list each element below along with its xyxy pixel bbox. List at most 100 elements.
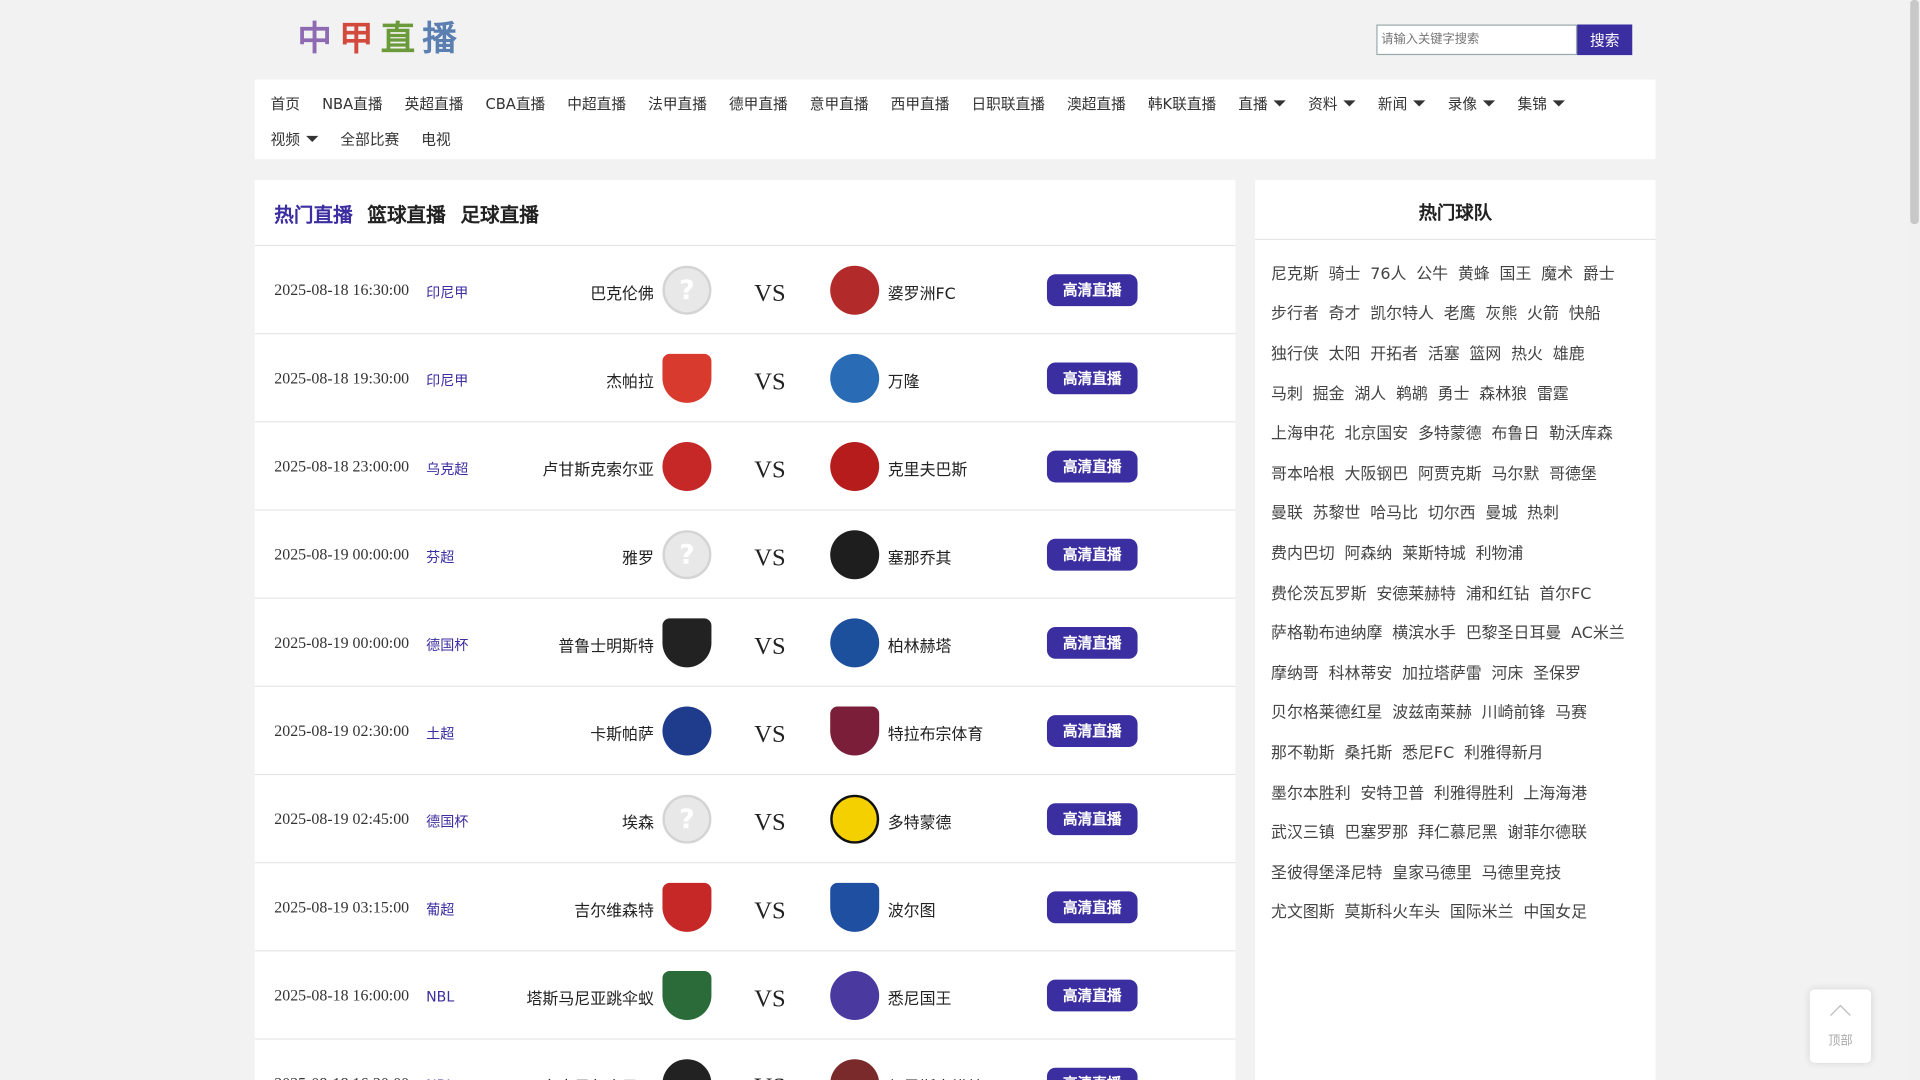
nav-item[interactable]: 中超直播 — [556, 93, 637, 114]
match-league-link[interactable]: NBL — [426, 1076, 454, 1080]
tab-football-live[interactable]: 足球直播 — [460, 198, 538, 227]
away-team-logo[interactable] — [830, 442, 880, 492]
away-team-logo[interactable] — [830, 971, 880, 1021]
away-team-logo[interactable] — [830, 618, 880, 668]
nav-item[interactable]: 电视 — [410, 129, 461, 150]
home-team-logo[interactable] — [662, 882, 712, 932]
away-team-name[interactable]: 多特蒙德 — [888, 809, 952, 832]
away-team-name[interactable]: 悉尼国王 — [888, 986, 952, 1009]
team-link[interactable]: 魔术 — [1541, 261, 1573, 283]
home-team-logo[interactable]: ? — [662, 530, 712, 580]
nav-item[interactable]: 日职联直播 — [960, 93, 1056, 114]
tab-basketball-live[interactable]: 篮球直播 — [367, 198, 445, 227]
team-link[interactable]: 马尔默 — [1491, 460, 1539, 483]
team-link[interactable]: 活塞 — [1428, 340, 1460, 363]
team-link[interactable]: 利物浦 — [1476, 540, 1524, 563]
away-team-logo[interactable] — [830, 353, 880, 403]
away-team-name[interactable]: 万隆 — [888, 369, 920, 391]
nav-item[interactable]: 意甲直播 — [799, 93, 880, 114]
match-league-link[interactable]: 印尼甲 — [426, 371, 468, 391]
team-link[interactable]: 国王 — [1500, 261, 1532, 283]
team-link[interactable]: 篮网 — [1469, 340, 1501, 363]
team-link[interactable]: 莫斯科火车头 — [1345, 899, 1441, 922]
team-link[interactable]: 步行者 — [1271, 300, 1319, 323]
match-row[interactable]: 2025-08-19 02:45:00 德国杯 埃森? VS 多特蒙德 高清直播 — [254, 775, 1236, 864]
nav-item[interactable]: 澳超直播 — [1056, 93, 1137, 114]
home-team-name[interactable]: 吉尔维森特 — [574, 898, 654, 920]
team-link[interactable]: 圣彼得堡泽尼特 — [1271, 859, 1382, 882]
team-link[interactable]: 湖人 — [1354, 380, 1386, 403]
home-team-logo[interactable]: ? — [662, 265, 712, 315]
search-button[interactable]: 搜索 — [1577, 24, 1633, 56]
team-link[interactable]: 安特卫普 — [1360, 779, 1424, 802]
team-link[interactable]: 马德里竞技 — [1482, 859, 1562, 882]
nav-item[interactable]: 德甲直播 — [718, 93, 799, 114]
home-team-logo[interactable] — [662, 1059, 712, 1080]
match-row[interactable]: 2025-08-18 16:30:00 NBL 东南墨尔本凤凰 VS 凯恩斯大蟒蛇 高清直… — [255, 1040, 1236, 1080]
hd-live-button[interactable]: 高清直播 — [1046, 715, 1138, 747]
hd-live-button[interactable]: 高清直播 — [1046, 891, 1138, 924]
team-link[interactable]: 莱斯特城 — [1402, 540, 1466, 563]
team-link[interactable]: 哥德堡 — [1549, 460, 1597, 483]
team-link[interactable]: 大阪钢巴 — [1345, 460, 1409, 483]
hd-live-button[interactable]: 高清直播 — [1046, 803, 1138, 836]
match-league-link[interactable]: 土超 — [426, 724, 454, 744]
hd-live-button[interactable]: 高清直播 — [1046, 626, 1138, 659]
match-league-link[interactable]: 芬超 — [426, 547, 454, 567]
team-link[interactable]: 那不勒斯 — [1271, 740, 1335, 762]
away-team-logo[interactable] — [830, 882, 880, 932]
team-link[interactable]: 勒沃库森 — [1549, 420, 1613, 443]
team-link[interactable]: 骑士 — [1329, 261, 1361, 283]
team-link[interactable]: 76人 — [1370, 261, 1406, 283]
team-link[interactable]: 加拉塔萨雷 — [1402, 660, 1482, 683]
match-row[interactable]: 2025-08-18 23:00:00 乌克超 卢甘斯克索尔亚 VS 克里夫巴斯 高清直播 — [254, 422, 1236, 511]
home-team-name[interactable]: 普鲁士明斯特 — [558, 633, 654, 656]
team-link[interactable]: 利雅得新月 — [1464, 740, 1544, 762]
team-link[interactable]: 浦和红钻 — [1466, 580, 1530, 603]
away-team-logo[interactable] — [830, 1059, 880, 1080]
search-input[interactable] — [1376, 24, 1578, 56]
nav-item[interactable]: 首页 — [260, 93, 311, 114]
nav-item[interactable]: 英超直播 — [394, 93, 475, 114]
team-link[interactable]: 拜仁慕尼黑 — [1418, 819, 1498, 842]
team-link[interactable]: 凯尔特人 — [1370, 300, 1434, 323]
match-league-link[interactable]: 乌克超 — [426, 459, 468, 479]
team-link[interactable]: 桑托斯 — [1345, 740, 1393, 762]
team-link[interactable]: 川崎前锋 — [1482, 700, 1546, 722]
team-link[interactable]: 曼联 — [1271, 500, 1303, 523]
team-link[interactable]: 圣保罗 — [1533, 660, 1581, 683]
team-link[interactable]: 萨格勒布迪纳摩 — [1271, 620, 1382, 643]
match-league-link[interactable]: NBL — [426, 988, 454, 1005]
match-row[interactable]: 2025-08-19 00:00:00 德国杯 普鲁士明斯特 VS 柏林赫塔 高清直播 — [254, 599, 1236, 687]
team-link[interactable]: 费内巴切 — [1271, 540, 1335, 563]
home-team-logo[interactable] — [662, 971, 712, 1021]
team-link[interactable]: 哥本哈根 — [1271, 460, 1335, 483]
home-team-name[interactable]: 杰帕拉 — [606, 369, 654, 391]
team-link[interactable]: 北京国安 — [1345, 420, 1409, 443]
team-link[interactable]: 中国女足 — [1523, 899, 1587, 922]
away-team-name[interactable]: 柏林赫塔 — [888, 633, 952, 656]
match-row[interactable]: 2025-08-18 19:30:00 印尼甲 杰帕拉 VS 万隆 高清直播 — [254, 334, 1236, 423]
team-link[interactable]: 巴黎圣日耳曼 — [1466, 620, 1562, 643]
home-team-logo[interactable] — [662, 706, 712, 756]
nav-item[interactable]: 全部比赛 — [329, 129, 410, 150]
hd-live-button[interactable]: 高清直播 — [1046, 450, 1138, 483]
nav-item[interactable]: 新闻 — [1367, 93, 1437, 114]
nav-item[interactable]: 直播 — [1227, 93, 1297, 114]
home-team-logo[interactable] — [662, 353, 712, 403]
team-link[interactable]: 灰熊 — [1485, 300, 1517, 323]
home-team-name[interactable]: 雅罗 — [622, 545, 654, 568]
match-row[interactable]: 2025-08-19 00:00:00 芬超 雅罗? VS 塞那乔其 高清直播 — [254, 511, 1236, 599]
team-link[interactable]: 费伦茨瓦罗斯 — [1271, 580, 1367, 603]
away-team-logo[interactable] — [830, 706, 880, 756]
team-link[interactable]: 安德莱赫特 — [1376, 580, 1456, 603]
team-link[interactable]: 苏黎世 — [1313, 500, 1361, 523]
away-team-name[interactable]: 特拉布宗体育 — [888, 721, 984, 744]
site-logo[interactable]: 中 甲 直 播 — [296, 19, 458, 59]
team-link[interactable]: 勇士 — [1438, 380, 1470, 403]
away-team-name[interactable]: 克里夫巴斯 — [888, 457, 968, 480]
match-row[interactable]: 2025-08-19 03:15:00 葡超 吉尔维森特 VS 波尔图 高清直播 — [254, 863, 1236, 952]
team-link[interactable]: 热刺 — [1527, 500, 1559, 523]
team-link[interactable]: 悉尼FC — [1402, 740, 1454, 762]
hd-live-button[interactable]: 高清直播 — [1046, 1067, 1138, 1080]
